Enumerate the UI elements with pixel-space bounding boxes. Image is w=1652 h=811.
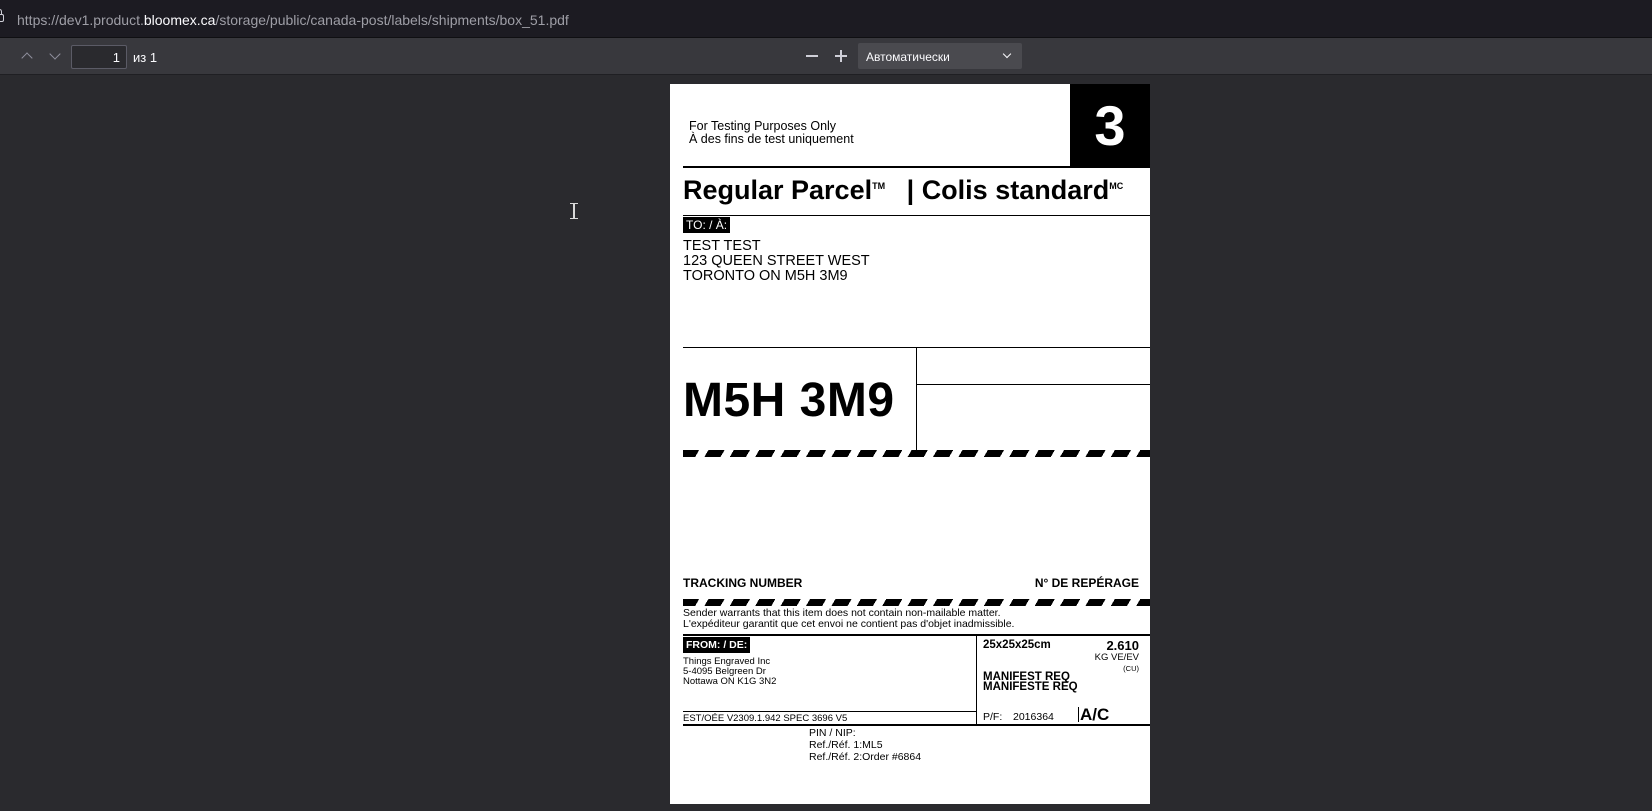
reference-2-label: Ref./Réf. 2:	[809, 751, 863, 763]
hazard-stripe	[683, 599, 1150, 606]
weight-unit: KG VE/EV	[1094, 652, 1139, 663]
to-address-line: TORONTO ON M5H 3M9	[683, 268, 848, 284]
divider	[976, 634, 977, 724]
url-host: bloomex.ca	[143, 12, 216, 28]
from-address-line: Nottawa ON K1G 3N2	[683, 676, 777, 687]
zoom-select[interactable]: Автоматически	[858, 43, 1022, 69]
hazard-stripe	[683, 450, 1150, 457]
page-number-input[interactable]	[71, 45, 127, 69]
divider	[683, 724, 1150, 726]
divider	[683, 166, 1150, 168]
cu-note: (CU)	[1123, 664, 1139, 673]
reference-2: Ref./Réf. 2:Order #6864	[809, 752, 921, 763]
next-page-button[interactable]	[43, 44, 67, 68]
chevron-up-icon	[21, 52, 33, 64]
url-prefix: https://dev1.product.	[17, 12, 144, 28]
from-address: Things Engraved Inc 5-4095 Belgreen Dr N…	[683, 657, 776, 687]
pf-label: P/F:	[983, 711, 1003, 723]
test-notice-fr: À des fins de test uniquement	[689, 132, 854, 146]
trademark-en: TM	[872, 181, 886, 191]
divider	[683, 215, 1150, 216]
to-address-line: 123 QUEEN STREET WEST	[683, 253, 870, 269]
zoom-value: Автоматически	[866, 50, 950, 64]
reference-1-value: ML5	[862, 739, 883, 751]
chevron-down-icon	[49, 48, 61, 60]
reference-1: Ref./Réf. 1:ML5	[809, 740, 883, 751]
to-address: TEST TEST 123 QUEEN STREET WEST TORONTO …	[683, 239, 870, 284]
divider	[916, 384, 1150, 385]
url-text[interactable]: https://dev1.product.bloomex.ca/storage/…	[17, 12, 569, 28]
from-label: FROM: / DE:	[683, 637, 751, 653]
est-spec-line: EST/OÉE V2309.1.942 SPEC 3696 V5	[683, 713, 848, 724]
lock-icon[interactable]	[0, 9, 4, 22]
service-en: Regular Parcel	[683, 175, 873, 205]
zoom-out-button[interactable]	[800, 44, 824, 68]
ac-code: A/C	[1080, 705, 1110, 724]
address-bar[interactable]: https://dev1.product.bloomex.ca/storage/…	[0, 0, 1652, 38]
weight: 2.610	[1106, 638, 1139, 653]
pf-value: 2016364	[1013, 711, 1054, 723]
tracking-number-label-fr: N° DE REPÉRAGE	[1034, 576, 1139, 590]
manifest-fr: MANIFESTE REQ	[983, 681, 1078, 693]
divider	[1078, 707, 1079, 722]
pdf-toolbar: из 1 Автоматически	[0, 38, 1652, 75]
pin-label: PIN / NIP:	[809, 727, 856, 739]
tracking-number-label-en: TRACKING NUMBER	[683, 576, 803, 590]
zone-badge: 3	[1070, 84, 1150, 166]
previous-page-button[interactable]	[15, 44, 39, 68]
dimensions: 25x25x25cm	[983, 639, 1051, 651]
postal-code-large: M5H 3M9	[683, 374, 895, 427]
chevron-down-icon	[1002, 49, 1012, 59]
reference-2-value: Order #6864	[862, 751, 922, 763]
zoom-in-button[interactable]	[829, 44, 853, 68]
to-label: TO: / À:	[683, 217, 731, 233]
to-address-line: TEST TEST	[683, 238, 761, 254]
trademark-fr: MC	[1109, 181, 1124, 191]
divider	[916, 347, 917, 450]
service-name: Regular ParcelTM | Colis standardMC	[683, 175, 1123, 206]
service-fr: Colis standard	[921, 175, 1110, 205]
page-count-label: из 1	[133, 50, 158, 65]
url-path: /storage/public/canada-post/labels/shipm…	[215, 12, 569, 28]
service-separator: |	[906, 175, 915, 205]
text-cursor-icon	[570, 203, 578, 219]
divider	[683, 711, 976, 712]
pdf-page: For Testing Purposes Only À des fins de …	[670, 84, 1150, 804]
reference-1-label: Ref./Réf. 1:	[809, 739, 863, 751]
divider	[683, 634, 1150, 636]
warranty-fr: L'expéditeur garantit que cet envoi ne c…	[683, 618, 1015, 630]
